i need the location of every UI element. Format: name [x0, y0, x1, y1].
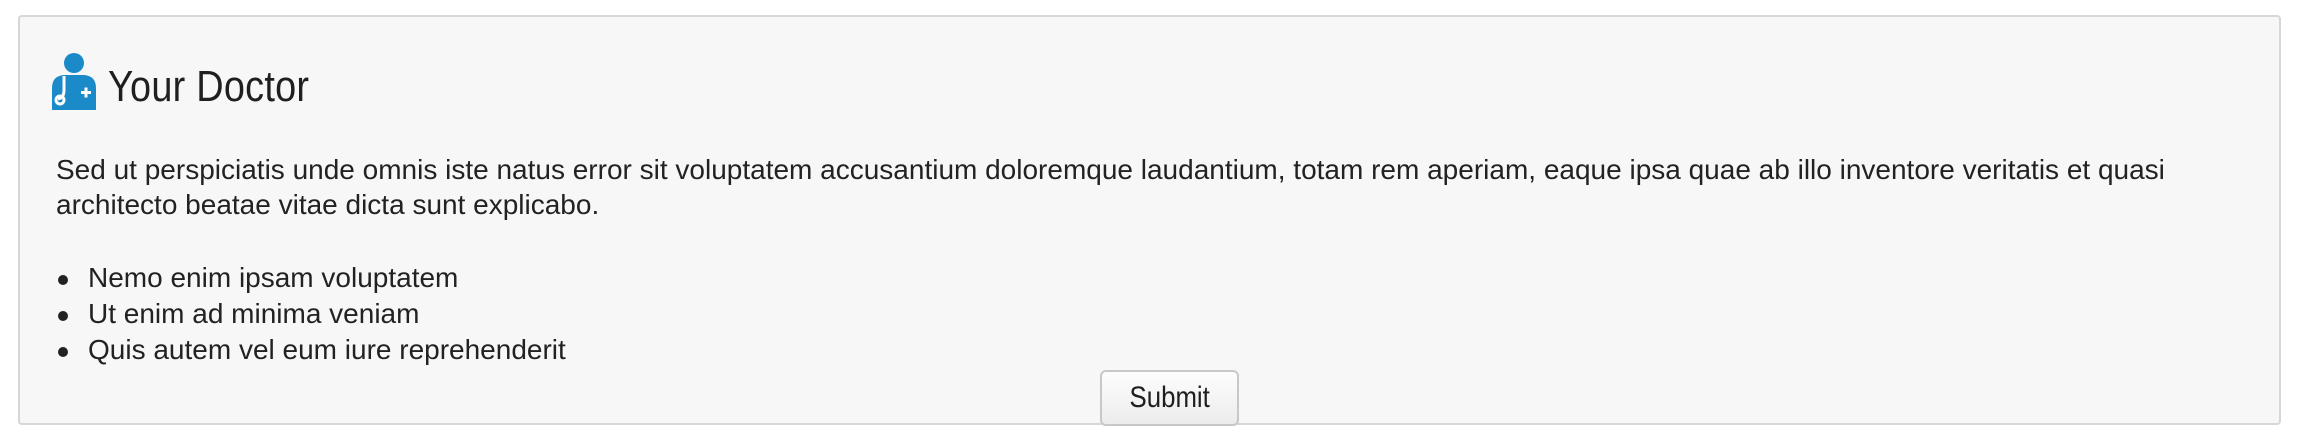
list-item: Ut enim ad minima veniam: [56, 296, 566, 332]
doctor-card: Your Doctor Sed ut perspiciatis unde omn…: [18, 15, 2281, 426]
list-item: Quis autem vel eum iure reprehenderit: [56, 332, 566, 368]
list-item-text: Nemo enim ipsam voluptatem: [88, 262, 459, 293]
bullet-list: Nemo enim ipsam voluptatem Ut enim ad mi…: [56, 260, 566, 368]
card-title: Your Doctor: [108, 62, 310, 111]
list-item: Nemo enim ipsam voluptatem: [56, 260, 566, 296]
list-item-text: Ut enim ad minima veniam: [88, 298, 420, 329]
bullet-dot: [58, 275, 68, 285]
card-header: Your Doctor: [50, 47, 342, 119]
submit-button[interactable]: Submit: [1100, 370, 1239, 426]
bullet-dot: [58, 347, 68, 357]
list-item-text: Quis autem vel eum iure reprehenderit: [88, 334, 566, 365]
doctor-icon: [52, 53, 96, 110]
bullet-dot: [58, 311, 68, 321]
submit-button-label: Submit: [1129, 381, 1210, 414]
card-description: Sed ut perspiciatis unde omnis iste natu…: [56, 154, 2165, 220]
